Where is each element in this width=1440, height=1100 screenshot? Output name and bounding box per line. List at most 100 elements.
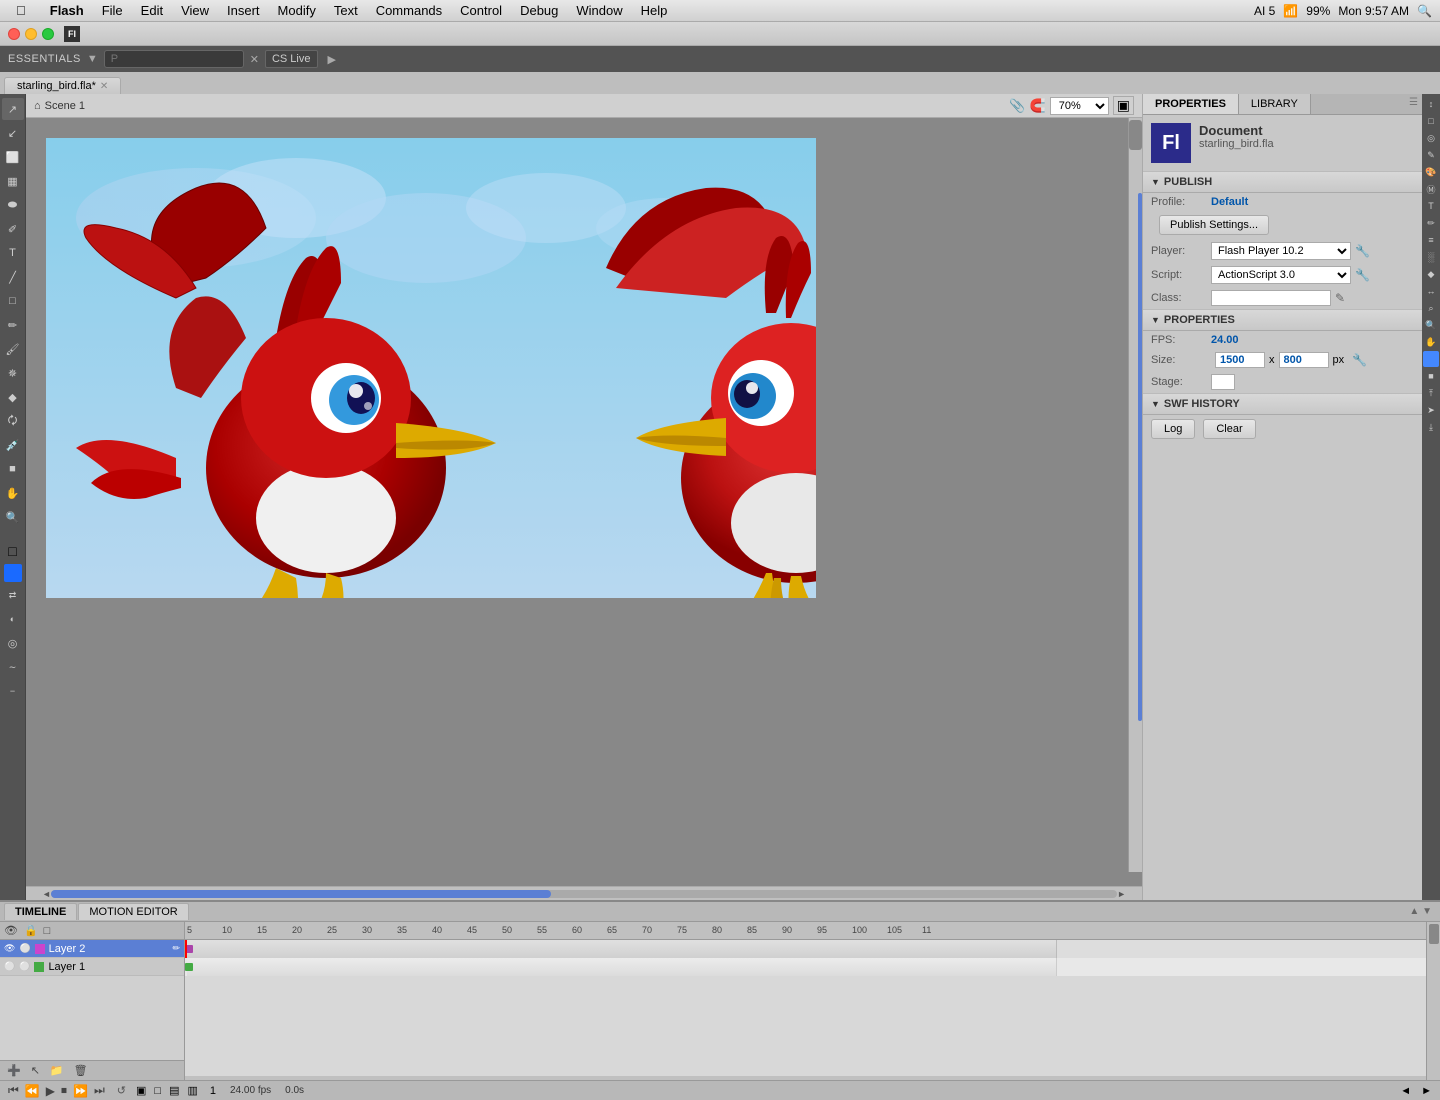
apple-menu[interactable]:  [8, 1, 34, 20]
right-tool-12[interactable]: ↔ [1423, 283, 1439, 299]
onion-skin-outlines-button[interactable]: □ [154, 1085, 161, 1097]
stage-container[interactable] [26, 118, 1142, 886]
publish-settings-button[interactable]: Publish Settings... [1159, 215, 1269, 235]
layer-2-frame-span[interactable] [187, 940, 1057, 958]
right-tool-3[interactable]: ◎ [1423, 130, 1439, 146]
window-controls[interactable] [8, 28, 54, 40]
deco-tool[interactable]: ✵ [2, 362, 24, 384]
stroke-color[interactable]: □ [2, 540, 24, 562]
vertical-scrollbar[interactable] [1128, 118, 1142, 872]
scroll-right-arrow[interactable]: ► [1117, 889, 1126, 899]
right-tool-19[interactable]: ➤ [1423, 402, 1439, 418]
menu-modify[interactable]: Modify [270, 1, 324, 20]
motion-editor-tab[interactable]: MOTION EDITOR [78, 903, 188, 920]
swap-colors-icon[interactable]: ⇄ [2, 584, 24, 606]
width-input[interactable] [1215, 352, 1265, 368]
bone-tool[interactable]: ◆ [2, 386, 24, 408]
properties-section-header[interactable]: ▼ PROPERTIES [1143, 309, 1422, 331]
layer-1-frame-span[interactable] [187, 958, 1057, 976]
go-to-end-button[interactable]: ⏭ [94, 1083, 105, 1098]
lock-icon[interactable]: 🔒 [24, 924, 38, 937]
dropdown-arrow-icon[interactable]: ▼ [87, 53, 98, 65]
selection-tool[interactable]: ↗ [2, 98, 24, 120]
pencil-tool[interactable]: ✏ [2, 314, 24, 336]
add-motion-guide-button[interactable]: ↖ [28, 1063, 43, 1078]
right-tool-13[interactable]: ⌕ [1423, 300, 1439, 316]
gradient-tool[interactable]: ▦ [2, 170, 24, 192]
publish-section-header[interactable]: ▼ PUBLISH [1143, 171, 1422, 193]
menu-edit[interactable]: Edit [133, 1, 171, 20]
layer-2-lock[interactable]: ⚪ [19, 943, 30, 954]
smooth-icon[interactable]: ∼ [2, 656, 24, 678]
hand-tool[interactable]: ✋ [2, 482, 24, 504]
timeline-controls[interactable]: ▲ ▼ [1409, 906, 1436, 917]
stop-button[interactable]: ⏹ [61, 1083, 67, 1098]
edit-multiple-frames-button[interactable]: ▤ [169, 1084, 179, 1097]
swf-history-header[interactable]: ▼ SWF HISTORY [1143, 393, 1422, 415]
tab-close-icon[interactable]: ✕ [100, 81, 108, 92]
menu-file[interactable]: File [94, 1, 131, 20]
right-tool-7[interactable]: T [1423, 198, 1439, 214]
close-button[interactable] [8, 28, 20, 40]
right-tool-2[interactable]: □ [1423, 113, 1439, 129]
menu-commands[interactable]: Commands [368, 1, 450, 20]
play-button[interactable]: ▶ [46, 1084, 55, 1098]
timeline-tab[interactable]: TIMELINE [4, 903, 77, 920]
brush-tool[interactable]: 🖌 [2, 338, 24, 360]
file-tab[interactable]: starling_bird.fla* ✕ [4, 77, 121, 94]
menu-view[interactable]: View [173, 1, 217, 20]
layer-1-eye[interactable]: ⚪ [4, 961, 15, 972]
line-tool[interactable]: ╱ [2, 266, 24, 288]
minimize-button[interactable] [25, 28, 37, 40]
eye-icon[interactable]: 👁 [4, 924, 18, 937]
right-tool-8[interactable]: ✏ [1423, 215, 1439, 231]
right-tool-14[interactable]: 🔍 [1423, 317, 1439, 333]
search-input[interactable] [104, 50, 244, 68]
step-back-button[interactable]: ⏪ [25, 1084, 40, 1098]
right-tool-5[interactable]: 🎨 [1423, 164, 1439, 180]
delete-layer-button[interactable]: 🗑 [71, 1063, 91, 1078]
zoom-select[interactable]: 70% 50% 100% [1050, 97, 1109, 115]
menu-flash[interactable]: Flash [42, 1, 92, 20]
eraser-tool[interactable]: ■ [2, 458, 24, 480]
horizontal-scrollbar[interactable]: ◄ ► [26, 886, 1142, 900]
right-tool-15[interactable]: ✋ [1423, 334, 1439, 350]
script-settings-icon[interactable]: 🔧 [1355, 268, 1370, 282]
menu-help[interactable]: Help [633, 1, 676, 20]
fps-value[interactable]: 24.00 [1211, 334, 1239, 346]
right-tool-9[interactable]: ≡ [1423, 232, 1439, 248]
player-settings-icon[interactable]: 🔧 [1355, 244, 1370, 258]
clear-button[interactable]: Clear [1203, 419, 1255, 439]
pen-tool[interactable]: ✐ [2, 218, 24, 240]
right-tool-4[interactable]: ✎ [1423, 147, 1439, 163]
step-forward-button[interactable]: ⏩ [73, 1084, 88, 1098]
right-tool-1[interactable]: ↕ [1423, 96, 1439, 112]
straighten-icon[interactable]: − [2, 680, 24, 702]
snap-to-objects[interactable]: ◎ [2, 632, 24, 654]
subselection-tool[interactable]: ↙ [2, 122, 24, 144]
menu-insert[interactable]: Insert [219, 1, 268, 20]
menu-control[interactable]: Control [452, 1, 510, 20]
log-button[interactable]: Log [1151, 419, 1195, 439]
lasso-tool[interactable]: ⬬ [2, 194, 24, 216]
properties-tab[interactable]: PROPERTIES [1143, 94, 1239, 114]
right-tool-16[interactable] [1423, 351, 1439, 367]
layer-1-row[interactable]: ⚪ ⚪ Layer 1 [0, 958, 184, 976]
outline-icon[interactable]: □ [44, 925, 51, 937]
right-tool-18[interactable]: ⤒ [1423, 385, 1439, 401]
right-tool-17[interactable]: ■ [1423, 368, 1439, 384]
add-layer-folder-button[interactable]: 📁 [47, 1063, 67, 1078]
right-tool-11[interactable]: ◆ [1423, 266, 1439, 282]
player-select[interactable]: Flash Player 10.2 Flash Player 11 [1211, 242, 1351, 260]
class-input[interactable] [1211, 290, 1331, 306]
playhead[interactable] [185, 940, 187, 958]
search-clear-icon[interactable]: ✕ [250, 53, 259, 66]
panel-menu-icon[interactable]: ☰ [1405, 94, 1422, 114]
layer-2-row[interactable]: 👁 ⚪ Layer 2 ✏ [0, 940, 184, 958]
go-to-start-button[interactable]: ⏮ [8, 1083, 19, 1098]
size-edit-icon[interactable]: 🔧 [1352, 353, 1367, 367]
scroll-frames-left[interactable]: ◄ [1400, 1085, 1411, 1097]
paint-bucket-tool[interactable]: 🗘 [2, 410, 24, 432]
zoom-fit-button[interactable]: ▣ [1113, 96, 1134, 115]
rect-tool[interactable]: □ [2, 290, 24, 312]
